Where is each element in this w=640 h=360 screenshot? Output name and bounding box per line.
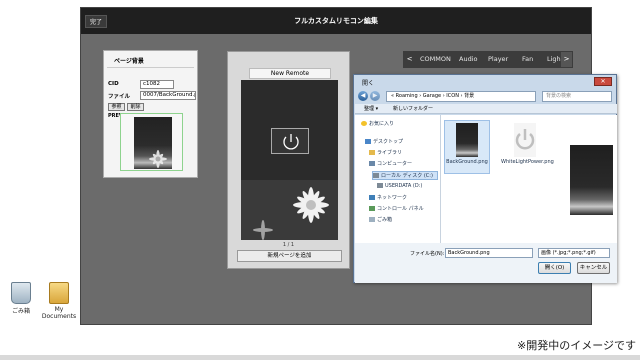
filename-input[interactable]: BackGround.png [445,248,533,258]
dialog-footer: ファイル名(N): BackGround.png 画像 (*.jpg;*.png… [355,243,617,283]
recycle-bin-icon [11,282,31,304]
background-preview [120,113,183,171]
power-button[interactable] [271,128,309,154]
filetype-select[interactable]: 画像 (*.jpg;*.png;*.gif) [538,248,610,258]
organize-button[interactable]: 整理 ▾ [364,104,378,114]
tree-item-control-panel[interactable]: コントロール パネル [369,205,424,212]
file-item-white-light-power[interactable]: WhiteLightPower.png [501,123,554,165]
drive-icon [373,173,379,178]
cancel-button[interactable]: キャンセル [577,262,610,274]
desktop-icon-recycle-bin[interactable]: ごみ箱 [0,282,42,315]
desktop-icon-label: My Documents [41,306,77,320]
development-note: ※開発中のイメージです [517,339,636,352]
tree-item-computer[interactable]: コンピューター [369,160,412,167]
drive-icon [377,183,383,188]
remote-page-editor: New Remote 1 / 1 新規ページを追加 [227,51,350,269]
tab-fan[interactable]: Fan [522,51,533,68]
file-name: BackGround.png [446,159,488,165]
dialog-toolbar: 整理 ▾ 新しいフォルダー [355,104,617,114]
background-preview-image [134,117,172,169]
file-name: WhiteLightPower.png [501,159,554,165]
tab-common[interactable]: COMMON [420,51,451,68]
tree-item-recycle-bin[interactable]: ごみ箱 [369,216,392,223]
power-icon [514,123,536,157]
tabs-next-button[interactable]: > [561,52,572,67]
page-background-panel: ページ背景 CID c1082 ファイル 0007/BackGround.p 参… [103,50,198,178]
dialog-navigation: ◀ ▶ « Roaming › Garage › ICON › 背景 背景の検索 [358,91,614,102]
cid-field[interactable]: c1082 [140,80,174,89]
forward-arrow-icon[interactable]: ▶ [370,91,380,101]
address-bar[interactable]: « Roaming › Garage › ICON › 背景 [386,91,536,102]
network-icon [369,195,375,200]
add-page-button[interactable]: 新規ページを追加 [237,250,342,262]
panel-title: ページ背景 [107,51,194,68]
power-icon [283,134,299,150]
browse-button[interactable]: 参照 [108,103,125,111]
open-file-dialog: 開く ✕ ◀ ▶ « Roaming › Garage › ICON › 背景 … [353,74,617,283]
tree-item-libraries[interactable]: ライブラリ [369,149,402,156]
tab-light[interactable]: Ligh [547,51,561,68]
tree-item-desktop[interactable]: デスクトップ [365,138,403,145]
remote-page-canvas[interactable] [241,80,338,240]
computer-icon [369,161,375,166]
star-icon [361,121,367,126]
cid-label: CID [108,81,119,87]
tree-item-userdata-d[interactable]: USERDATA (D:) [377,183,422,189]
tree-item-local-disk-c[interactable]: ローカル ディスク (C:) [372,171,438,180]
desktop-icon-my-documents[interactable]: My Documents [38,282,80,320]
open-button[interactable]: 開く(O) [538,262,571,274]
control-panel-icon [369,206,375,211]
tabs-prev-button[interactable]: < [404,52,415,67]
navigation-tree: お気に入り デスクトップ ライブラリ コンピューター ローカル ディスク (C:… [355,115,441,243]
new-folder-button[interactable]: 新しいフォルダー [393,104,433,114]
image-thumbnail [456,123,478,157]
file-path-field[interactable]: 0007/BackGround.p [140,91,196,100]
dialog-title: 開く [362,80,375,87]
tab-player[interactable]: Player [488,51,508,68]
app-header: 完了 フルカスタムリモコン編集 [81,8,591,34]
taskbar-strip [0,355,640,360]
filename-label: ファイル名(N): [410,251,445,257]
back-arrow-icon[interactable]: ◀ [358,91,368,101]
folder-icon [49,282,69,304]
file-label: ファイル [108,94,131,100]
library-icon [369,150,375,155]
file-item-background[interactable]: BackGround.png [444,120,490,174]
category-tabs: < COMMON Audio Player Fan Ligh > [403,51,573,68]
tab-audio[interactable]: Audio [459,51,477,68]
recycle-bin-icon [369,217,375,222]
file-preview-pane [570,145,613,215]
desktop-icon-label: ごみ箱 [11,308,30,315]
search-input[interactable]: 背景の検索 [542,91,612,102]
remote-name-field[interactable]: New Remote [249,68,331,79]
tree-item-favorites[interactable]: お気に入り [361,120,394,127]
desktop-icon [365,139,371,144]
dialog-close-button[interactable]: ✕ [594,77,612,86]
tree-item-network[interactable]: ネットワーク [369,194,407,201]
delete-button[interactable]: 削除 [127,103,144,111]
page-indicator: 1 / 1 [282,242,295,248]
dialog-body: お気に入り デスクトップ ライブラリ コンピューター ローカル ディスク (C:… [355,115,617,243]
app-title: フルカスタムリモコン編集 [294,17,378,25]
